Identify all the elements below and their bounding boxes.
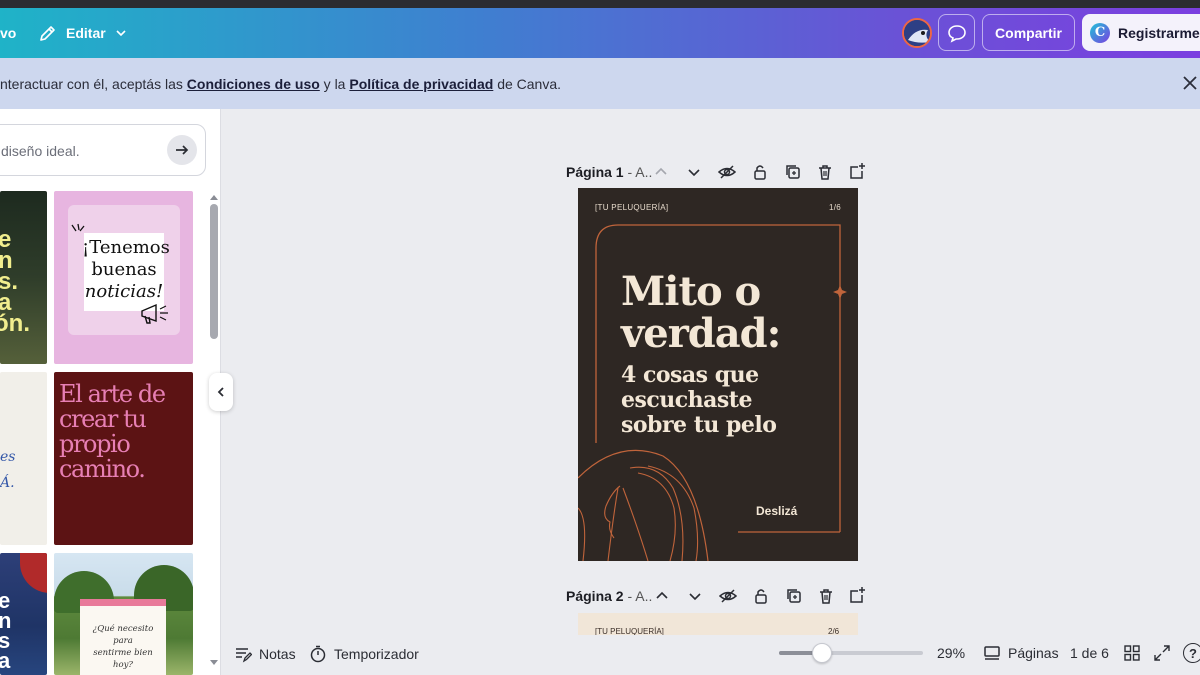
banner-text: nteractuar con él, aceptás las Condicion… <box>0 76 561 92</box>
pages-icon <box>984 646 1000 660</box>
chevron-down-icon[interactable] <box>685 163 703 181</box>
zoom-slider-handle[interactable] <box>812 643 832 663</box>
canva-editor: vo Editar Compartir C Registrarme nterac… <box>0 0 1200 675</box>
design-page-1[interactable]: [TU PELUQUERÍA] 1/6 Mito o verdad: 4 cos… <box>578 188 858 561</box>
duplicate-icon[interactable] <box>785 587 803 605</box>
help-button[interactable]: ? <box>1183 643 1200 663</box>
page-2-title[interactable]: Página 2 - A.. <box>566 588 652 604</box>
canva-logo-icon: C <box>1090 22 1110 43</box>
design-page-2[interactable]: [TU PELUQUERÍA] 2/6 <box>578 613 858 636</box>
sparkle-icon <box>71 223 85 232</box>
comment-icon <box>947 24 966 43</box>
search-submit-button[interactable] <box>167 135 197 165</box>
register-button[interactable]: C Registrarme <box>1082 14 1200 51</box>
template-thumbnail[interactable]: e n s. a ón. <box>0 191 47 364</box>
hide-page-icon[interactable] <box>718 163 736 181</box>
duplicate-icon[interactable] <box>784 163 802 181</box>
design-brand: [TU PELUQUERÍA] <box>595 203 669 212</box>
add-page-icon[interactable] <box>849 586 867 604</box>
banner-text-start: nteractuar con él, aceptás las <box>0 76 187 92</box>
zoom-level[interactable]: 29% <box>937 645 965 661</box>
chevron-down-icon[interactable] <box>686 587 704 605</box>
window-top-strip <box>0 0 1200 8</box>
zoom-slider-track[interactable] <box>779 651 923 655</box>
template-thumbnail[interactable]: ¿Qué necesito para sentirme bien hoy? <box>54 553 193 675</box>
banner-text-middle: y la <box>319 76 350 92</box>
page-1-toolbar: Página 1 - A.. <box>566 162 652 182</box>
pencil-icon <box>40 26 55 41</box>
terms-link[interactable]: Condiciones de uso <box>187 76 320 92</box>
comment-button[interactable] <box>938 14 975 51</box>
chevron-left-icon <box>217 387 224 397</box>
templates-panel: diseño ideal. e n s. a ón. ¡Tenemos buen… <box>0 109 221 675</box>
avatar-image <box>904 20 930 46</box>
notes-button[interactable]: Notas <box>234 645 296 663</box>
close-icon[interactable] <box>1180 73 1200 93</box>
template-text: e n s. a ón. <box>0 226 30 337</box>
collapse-panel-button[interactable] <box>209 373 233 411</box>
template-thumbnail[interactable]: El arte de crear tu propio camino. <box>54 372 193 545</box>
notes-icon <box>236 648 252 663</box>
timer-label: Temporizador <box>334 646 419 662</box>
grid-view-icon[interactable] <box>1124 645 1140 661</box>
banner-text-end: de Canva. <box>493 76 562 92</box>
top-header: vo Editar Compartir C Registrarme <box>0 8 1200 58</box>
arrow-right-icon <box>176 145 189 155</box>
trash-icon[interactable] <box>817 587 835 605</box>
search-placeholder: diseño ideal. <box>1 143 80 159</box>
template-thumbnail[interactable]: e n s a <box>0 553 47 675</box>
search-input[interactable]: diseño ideal. <box>0 124 206 176</box>
design-title: Mito o verdad: <box>621 268 781 357</box>
register-label: Registrarme <box>1118 24 1200 41</box>
notes-label: Notas <box>259 646 296 662</box>
add-page-icon[interactable] <box>849 162 867 180</box>
timer-button[interactable]: Temporizador <box>309 645 419 663</box>
hide-page-icon[interactable] <box>719 587 737 605</box>
trash-icon[interactable] <box>816 163 834 181</box>
chevron-up-icon[interactable] <box>652 163 670 181</box>
page-count: 1 de 6 <box>1070 645 1109 661</box>
terms-banner: nteractuar con él, aceptás las Condicion… <box>0 58 1200 109</box>
lock-icon[interactable] <box>751 163 769 181</box>
chevron-down-icon <box>116 30 126 37</box>
template-text: El arte de crear tu propio camino. <box>59 380 166 483</box>
file-menu-partial[interactable]: vo <box>0 25 16 41</box>
privacy-link[interactable]: Política de privacidad <box>349 76 493 92</box>
paper-note: ¿Qué necesito para sentirme bien hoy? <box>80 599 166 675</box>
page-1-title[interactable]: Página 1 - A.. <box>566 164 652 180</box>
template-thumbnail[interactable]: ¡Tenemos buenas noticias! <box>54 191 193 364</box>
design-swipe-label: Deslizá <box>756 504 798 518</box>
templates-scrollbar[interactable] <box>210 204 218 339</box>
fullscreen-icon[interactable] <box>1154 645 1170 661</box>
scroll-up-icon[interactable] <box>209 193 219 201</box>
user-avatar[interactable] <box>902 18 932 48</box>
template-text: ¿Qué necesito para sentirme bien hoy? <box>92 624 154 670</box>
pages-button[interactable]: Páginas <box>983 644 1059 662</box>
edit-menu-label: Editar <box>66 25 106 41</box>
lock-icon[interactable] <box>752 587 770 605</box>
timer-icon <box>310 645 326 663</box>
edit-menu-button[interactable]: Editar <box>38 20 128 46</box>
template-thumbnail[interactable]: es Á. <box>0 372 47 545</box>
red-shape <box>20 553 47 593</box>
design-counter: 1/6 <box>829 203 842 212</box>
share-button[interactable]: Compartir <box>982 14 1075 51</box>
template-text: es Á. <box>0 449 16 491</box>
note-header-bar <box>80 599 166 606</box>
chevron-up-icon[interactable] <box>653 587 671 605</box>
design-subtitle: 4 cosas que escuchaste sobre tu pelo <box>621 362 777 438</box>
page-2-toolbar: Página 2 - A.. <box>566 586 652 606</box>
pages-label: Páginas <box>1008 645 1059 661</box>
template-text: ¡Tenemos buenas noticias! <box>82 237 170 302</box>
scroll-down-icon[interactable] <box>209 659 219 667</box>
megaphone-icon <box>141 303 168 324</box>
template-text: e n s a <box>0 588 12 673</box>
